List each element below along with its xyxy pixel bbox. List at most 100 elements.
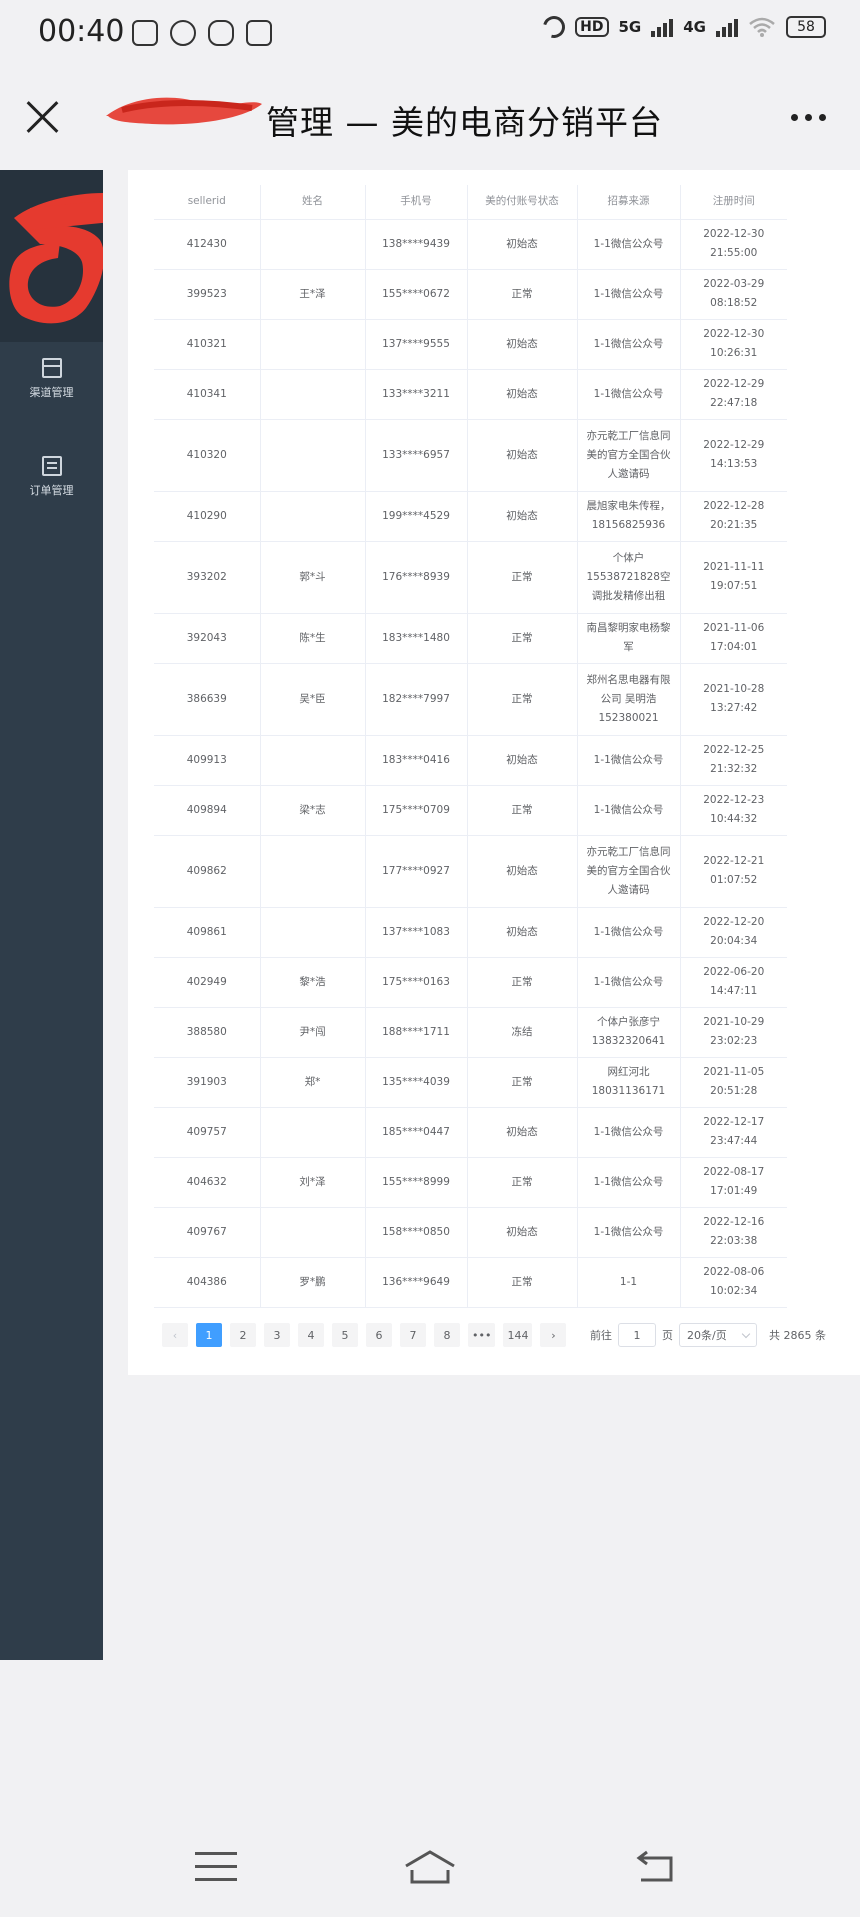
table-row[interactable]: 409862 177****0927 初始态 亦元乾工厂信息同美的官方全国合伙人邀请码…: [154, 835, 787, 908]
table-row[interactable]: 410321 137****9555 初始态 1-1微信公众号 2022-12-30 1…: [154, 319, 787, 370]
table-row[interactable]: 410341 133****3211 初始态 1-1微信公众号 2022-12-29 2…: [154, 369, 787, 420]
table-cell: 正常: [467, 663, 578, 736]
chevron-down-icon: [741, 1329, 751, 1338]
table-row[interactable]: 399523 王*泽 155****0672 正常 1-1微信公众号 2022-03-29…: [154, 269, 787, 320]
more-options-icon[interactable]: [791, 114, 826, 121]
sidebar-item-orders[interactable]: 订单管理: [0, 456, 103, 498]
column-header[interactable]: 招募来源: [577, 185, 681, 220]
table-cell: 个体户15538721828空调批发精修出租: [577, 541, 681, 614]
table-row[interactable]: 412430 138****9439 初始态 1-1微信公众号 2022-12-30 2…: [154, 219, 787, 270]
table-cell: 初始态: [467, 491, 578, 542]
table-cell: 正常: [467, 269, 578, 320]
menu-icon[interactable]: [195, 1852, 237, 1882]
table-cell: [260, 835, 366, 908]
table-cell: 初始态: [467, 219, 578, 270]
table-cell: 2022-12-16 22:03:38: [680, 1207, 787, 1258]
table-cell: 初始态: [467, 735, 578, 786]
table-cell: 初始态: [467, 1107, 578, 1158]
table-cell: 吴*臣: [260, 663, 366, 736]
table-cell: 392043: [154, 613, 261, 664]
table-cell: 2022-12-28 20:21:35: [680, 491, 787, 542]
column-header[interactable]: 姓名: [260, 185, 366, 220]
column-header[interactable]: 手机号: [365, 185, 468, 220]
table-cell: 亦元乾工厂信息同美的官方全国合伙人邀请码: [577, 835, 681, 908]
table-cell: 1-1微信公众号: [577, 369, 681, 420]
goto-page-input[interactable]: 1: [618, 1323, 656, 1347]
table-cell: [260, 319, 366, 370]
table-cell: 2022-12-29 14:13:53: [680, 419, 787, 492]
table-cell: 2022-12-21 01:07:52: [680, 835, 787, 908]
page-button[interactable]: 5: [332, 1323, 358, 1347]
page-button[interactable]: 8: [434, 1323, 460, 1347]
table-cell: 409894: [154, 785, 261, 836]
page-button[interactable]: 1: [196, 1323, 222, 1347]
column-header[interactable]: 注册时间: [680, 185, 787, 220]
table-cell: 137****1083: [365, 907, 468, 958]
table-row[interactable]: 393202 郭*斗 176****8939 正常 个体户15538721828空调批发…: [154, 541, 787, 614]
table-cell: 郑州名思电器有限公司 吴明浩 152380021: [577, 663, 681, 736]
table-row[interactable]: 410320 133****6957 初始态 亦元乾工厂信息同美的官方全国合伙人邀请码…: [154, 419, 787, 492]
page-button[interactable]: 6: [366, 1323, 392, 1347]
table-cell: 136****9649: [365, 1257, 468, 1308]
table-cell: 155****8999: [365, 1157, 468, 1208]
table-cell: 135****4039: [365, 1057, 468, 1108]
page-button[interactable]: 144: [503, 1323, 533, 1347]
table-row[interactable]: 409894 梁*志 175****0709 正常 1-1微信公众号 2022-12-23…: [154, 785, 787, 836]
table-row[interactable]: 410290 199****4529 初始态 晨旭家电朱传程，18156825936 2…: [154, 491, 787, 542]
table-row[interactable]: 388580 尹*闯 188****1711 冻结 个体户张彦宁13832320641 2…: [154, 1007, 787, 1058]
table-cell: 2022-12-20 20:04:34: [680, 907, 787, 958]
column-header[interactable]: sellerid: [154, 185, 261, 220]
page-button[interactable]: 2: [230, 1323, 256, 1347]
home-icon[interactable]: [402, 1848, 458, 1888]
table-cell: 409913: [154, 735, 261, 786]
page-button[interactable]: 4: [298, 1323, 324, 1347]
table-cell: 黎*浩: [260, 957, 366, 1008]
prev-page-button[interactable]: ‹: [162, 1323, 188, 1347]
table-cell: 初始态: [467, 835, 578, 908]
page-size-select[interactable]: 20条/页: [679, 1323, 757, 1347]
table-cell: 410341: [154, 369, 261, 420]
table-cell: 1-1微信公众号: [577, 1107, 681, 1158]
table-cell: 初始态: [467, 369, 578, 420]
content-panel: sellerid 姓名 手机号 美的付账号状态 招募来源 注册时间 412430…: [128, 170, 860, 1375]
table-cell: 137****9555: [365, 319, 468, 370]
table-cell: 冻结: [467, 1007, 578, 1058]
table-cell: 正常: [467, 1157, 578, 1208]
table-cell: 391903: [154, 1057, 261, 1108]
table-row[interactable]: 409767 158****0850 初始态 1-1微信公众号 2022-12-16 2…: [154, 1207, 787, 1258]
status-indicators: HD 5G 4G 58: [539, 11, 826, 43]
more-pages-button[interactable]: •••: [468, 1323, 496, 1347]
table-row[interactable]: 386639 吴*臣 182****7997 正常 郑州名思电器有限公司 吴明浩 152…: [154, 663, 787, 736]
table-row[interactable]: 409757 185****0447 初始态 1-1微信公众号 2022-12-17 2…: [154, 1107, 787, 1158]
next-page-button[interactable]: ›: [540, 1323, 567, 1347]
sidebar-item-channel[interactable]: 渠道管理: [0, 358, 103, 400]
table-cell: 2022-08-06 10:02:34: [680, 1257, 787, 1308]
table-cell: 初始态: [467, 419, 578, 492]
page-button[interactable]: 3: [264, 1323, 290, 1347]
table-cell: 1-1微信公众号: [577, 269, 681, 320]
close-icon[interactable]: [26, 100, 60, 134]
table-cell: 正常: [467, 785, 578, 836]
table-row[interactable]: 391903 郑* 135****4039 正常 网红河北18031136171 2021…: [154, 1057, 787, 1108]
table-cell: [260, 1207, 366, 1258]
table-row[interactable]: 404632 刘*泽 155****8999 正常 1-1微信公众号 2022-08-17…: [154, 1157, 787, 1208]
table-row[interactable]: 409913 183****0416 初始态 1-1微信公众号 2022-12-25 2…: [154, 735, 787, 786]
table-row[interactable]: 404386 罗*鹏 136****9649 正常 1-1 2022-08-06 10:0…: [154, 1257, 787, 1308]
total-count: 共 2865 条: [769, 1329, 826, 1342]
table-cell: 199****4529: [365, 491, 468, 542]
table-cell: 正常: [467, 613, 578, 664]
table-cell: 晨旭家电朱传程，18156825936: [577, 491, 681, 542]
table-cell: 1-1微信公众号: [577, 785, 681, 836]
table-cell: 409767: [154, 1207, 261, 1258]
table-row[interactable]: 402949 黎*浩 175****0163 正常 1-1微信公众号 2022-06-20…: [154, 957, 787, 1008]
table-row[interactable]: 392043 陈*生 183****1480 正常 南昌黎明家电杨黎军 2021-11-0…: [154, 613, 787, 664]
page-unit-label: 页: [662, 1329, 673, 1342]
table-row[interactable]: 409861 137****1083 初始态 1-1微信公众号 2022-12-20 2…: [154, 907, 787, 958]
page-button[interactable]: 7: [400, 1323, 426, 1347]
table-cell: 网红河北18031136171: [577, 1057, 681, 1108]
table-cell: 个体户张彦宁13832320641: [577, 1007, 681, 1058]
table-cell: 2022-12-30 10:26:31: [680, 319, 787, 370]
table-cell: 176****8939: [365, 541, 468, 614]
back-icon[interactable]: [633, 1848, 677, 1888]
column-header[interactable]: 美的付账号状态: [467, 185, 578, 220]
